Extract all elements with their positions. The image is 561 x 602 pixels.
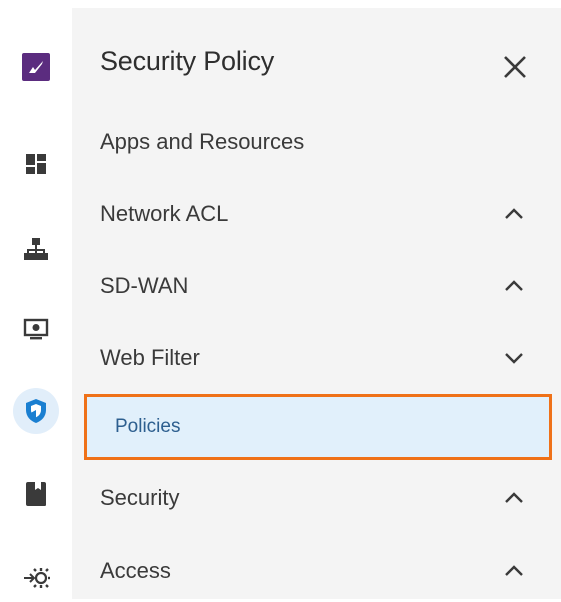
monitor-icon: [23, 318, 49, 340]
security-policy-panel: Security Policy Apps and Resources Netwo…: [72, 8, 561, 599]
rail-item-logo[interactable]: [0, 43, 72, 91]
menu-item-access[interactable]: Access: [72, 541, 561, 601]
submenu-item-policies[interactable]: Policies: [84, 394, 552, 460]
menu-item-sd-wan[interactable]: SD-WAN: [72, 256, 561, 316]
rail-item-network[interactable]: [0, 225, 72, 273]
menu-item-label: Apps and Resources: [100, 129, 305, 154]
rail-item-integrations[interactable]: [0, 554, 72, 602]
chevron-up-icon: [503, 203, 525, 225]
menu-item-label: Security: [100, 485, 180, 510]
rail-item-dashboard[interactable]: [0, 140, 72, 188]
logo-icon: [22, 53, 50, 81]
chevron-up-icon: [503, 560, 525, 582]
menu-item-label: SD-WAN: [100, 273, 189, 298]
menu-item-label: Access: [100, 558, 171, 583]
menu-item-apps-and-resources[interactable]: Apps and Resources: [72, 112, 561, 172]
chevron-down-icon: [503, 347, 525, 369]
menu-item-label: Network ACL: [100, 201, 229, 226]
network-topology-icon: [24, 238, 48, 260]
shield-icon: [26, 399, 46, 423]
close-icon: [504, 56, 526, 78]
integrations-icon: [24, 568, 50, 588]
panel-title: Security Policy: [100, 46, 275, 76]
chevron-up-icon: [503, 487, 525, 509]
active-indicator: [13, 388, 59, 434]
close-button[interactable]: [500, 52, 530, 82]
rail-item-book[interactable]: [0, 470, 72, 518]
menu-item-label: Web Filter: [100, 345, 200, 370]
menu-item-web-filter[interactable]: Web Filter: [72, 328, 561, 388]
dashboard-icon: [26, 154, 46, 174]
rail-item-security[interactable]: [0, 387, 72, 435]
book-icon: [26, 482, 46, 506]
icon-rail: [0, 0, 72, 599]
menu-item-security[interactable]: Security: [72, 468, 561, 528]
menu-item-network-acl[interactable]: Network ACL: [72, 184, 561, 244]
rail-item-monitor[interactable]: [0, 306, 72, 354]
chevron-up-icon: [503, 275, 525, 297]
submenu-item-label: Policies: [115, 416, 181, 437]
